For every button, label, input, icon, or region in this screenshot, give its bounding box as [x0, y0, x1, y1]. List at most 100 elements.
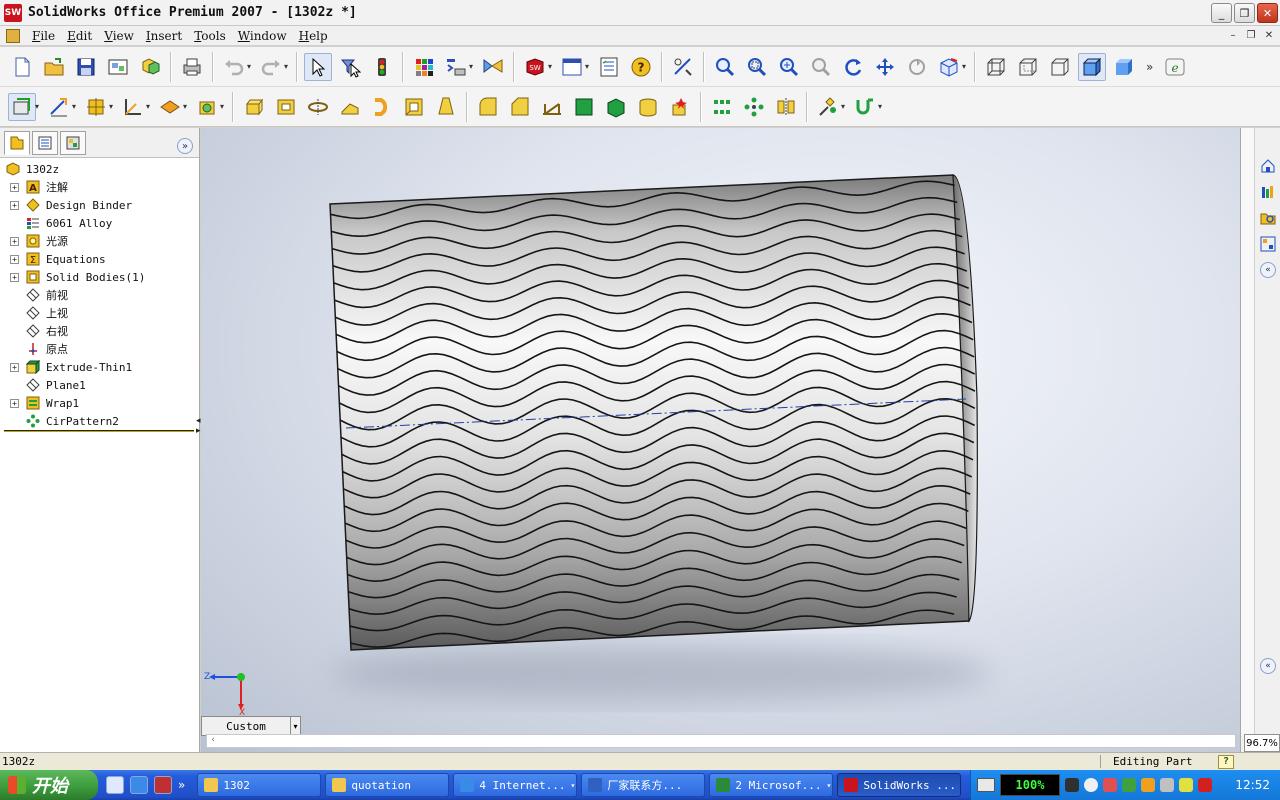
dome-button[interactable] [570, 93, 598, 121]
reference-geometry-dropdown[interactable]: ▾ [146, 102, 152, 111]
smart-dimension-button[interactable] [45, 93, 73, 121]
expand-icon[interactable]: + [10, 272, 19, 282]
tree-item-solid-bodies[interactable]: + Solid Bodies(1) [0, 268, 199, 286]
flex-dropdown[interactable]: ▾ [878, 102, 884, 111]
task-internet-explorer[interactable]: 4 Internet... ▾ [453, 773, 578, 797]
rib-button[interactable] [538, 93, 566, 121]
plane-dropdown[interactable]: ▾ [183, 102, 189, 111]
feature-manager-tab[interactable] [4, 130, 30, 155]
flex-button[interactable] [851, 93, 879, 121]
minimize-button[interactable]: _ [1211, 3, 1232, 23]
move-copy-dropdown[interactable]: ▾ [841, 102, 847, 111]
properties-button[interactable] [595, 53, 623, 81]
wireframe-button[interactable] [982, 53, 1010, 81]
shell-button[interactable] [400, 93, 428, 121]
shaded-with-edges-button[interactable] [1078, 52, 1106, 81]
expand-icon[interactable]: + [10, 362, 19, 372]
vertical-scrollbar[interactable] [1241, 128, 1255, 736]
select-filter-button[interactable] [336, 53, 364, 81]
make-assembly-button[interactable] [136, 53, 164, 81]
rotate-view-button[interactable] [839, 53, 867, 81]
power-plug-icon[interactable] [1065, 778, 1079, 792]
circular-pattern-button[interactable] [740, 93, 768, 121]
view-orientation-dropdown[interactable]: ▾ [962, 62, 968, 71]
doc-minimize-button[interactable]: – [1226, 29, 1240, 42]
tree-item-plane1[interactable]: Plane1 [0, 376, 199, 394]
zoom-to-selection-button[interactable] [807, 53, 835, 81]
edrawings-button[interactable]: e [1161, 53, 1189, 81]
revolved-boss-button[interactable] [304, 93, 332, 121]
configuration-manager-tab[interactable] [60, 130, 86, 155]
tree-item-origin[interactable]: 原点 [0, 340, 199, 358]
mirror-button[interactable] [772, 93, 800, 121]
messenger-icon[interactable] [1179, 778, 1193, 792]
window-layout-dropdown[interactable]: ▾ [585, 62, 591, 71]
design-library-icon[interactable] [1258, 182, 1278, 202]
options-dropdown[interactable]: ▾ [469, 62, 475, 71]
extruded-boss-button[interactable] [240, 93, 268, 121]
doc-restore-button[interactable]: ❐ [1244, 29, 1258, 42]
tree-item-cirpattern2[interactable]: CirPattern2 [0, 412, 199, 430]
redo-dropdown[interactable]: ▾ [284, 62, 290, 71]
close-button[interactable]: ✕ [1257, 3, 1278, 23]
instant3d-button[interactable] [666, 93, 694, 121]
curves-dropdown[interactable]: ▾ [220, 102, 226, 111]
swept-boss-button[interactable] [336, 93, 364, 121]
menu-insert[interactable]: Insert [140, 29, 188, 43]
horizontal-scrollbar[interactable]: ‹ [206, 734, 1236, 748]
linear-pattern-button[interactable] [708, 93, 736, 121]
expand-icon[interactable]: + [10, 398, 19, 408]
move-copy-body-button[interactable] [814, 93, 842, 121]
new-document-button[interactable] [8, 53, 36, 81]
security-icon[interactable] [1103, 778, 1117, 792]
start-button[interactable]: 开始 [0, 770, 98, 800]
fillet-button[interactable] [474, 93, 502, 121]
display-relations-button[interactable] [82, 93, 110, 121]
task-solidworks[interactable]: SolidWorks ... [837, 773, 962, 797]
antivirus-icon[interactable] [1198, 778, 1212, 792]
tree-item-right-plane[interactable]: 右视 [0, 322, 199, 340]
split-line-button[interactable] [602, 93, 630, 121]
solidworks-resources-icon[interactable] [1258, 156, 1278, 176]
tree-item-lights[interactable]: + 光源 [0, 232, 199, 250]
reference-geometry-button[interactable] [119, 93, 147, 121]
toolbar-more-chevron-icon[interactable]: » [1146, 60, 1153, 74]
help-button[interactable]: ? [627, 53, 655, 81]
expand-icon[interactable]: + [10, 200, 19, 210]
edit-appearance-button[interactable] [410, 53, 438, 81]
hole-wizard-button[interactable] [634, 93, 662, 121]
menu-help[interactable]: Help [293, 29, 334, 43]
select-button[interactable] [304, 52, 332, 81]
tree-item-design-binder[interactable]: + Design Binder [0, 196, 199, 214]
extruded-cut-button[interactable] [272, 93, 300, 121]
file-explorer-icon[interactable] [1258, 208, 1278, 228]
relations-dropdown[interactable]: ▾ [109, 102, 115, 111]
chevron-down-icon[interactable]: ▾ [290, 717, 300, 735]
menu-file[interactable]: File [26, 29, 61, 43]
tree-item-equations[interactable]: + Σ Equations [0, 250, 199, 268]
task-folder-quotation[interactable]: quotation [325, 773, 450, 797]
restore-button[interactable]: ❐ [1234, 3, 1255, 23]
zoom-to-area-button[interactable] [743, 53, 771, 81]
tree-item-material[interactable]: 6061 Alloy [0, 214, 199, 232]
sketch-button[interactable] [8, 92, 36, 121]
chamfer-button[interactable] [506, 93, 534, 121]
solidworks-resources-button[interactable]: SW [521, 53, 549, 81]
tree-root-part[interactable]: 1302z [0, 160, 199, 178]
menu-edit[interactable]: Edit [61, 29, 98, 43]
menu-window[interactable]: Window [232, 29, 293, 43]
solidworks-app-icon[interactable]: SW [4, 3, 22, 22]
hidden-lines-removed-button[interactable] [1046, 53, 1074, 81]
view-orientation-button[interactable] [935, 53, 963, 81]
task-word-document[interactable]: 厂家联系方... [581, 773, 706, 797]
menu-view[interactable]: View [98, 29, 140, 43]
view-palette-icon[interactable] [1258, 234, 1278, 254]
graphics-area[interactable]: Z X Custom ▾ ‹ [201, 128, 1240, 752]
resources-dropdown[interactable]: ▾ [548, 62, 554, 71]
roll-view-button[interactable] [903, 53, 931, 81]
window-layout-button[interactable] [558, 53, 586, 81]
task-microsoft-excel[interactable]: 2 Microsof... ▾ [709, 773, 834, 797]
keyboard-icon[interactable] [977, 778, 995, 792]
volume-icon[interactable] [1160, 778, 1174, 792]
scroll-left-arrow-icon[interactable]: ‹ [207, 735, 219, 747]
